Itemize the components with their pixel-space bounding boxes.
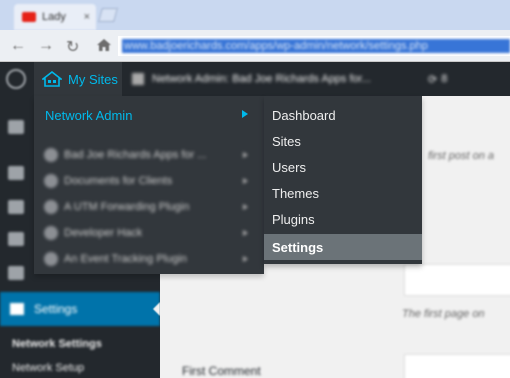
wordpress-site-icon: [44, 174, 58, 188]
submenu-item-sites[interactable]: Sites: [264, 128, 422, 154]
site-item-label: An Event Tracking Plugin: [64, 253, 187, 265]
submenu-item-plugins[interactable]: Plugins: [264, 206, 422, 232]
first-comment-label: First Comment: [182, 364, 261, 378]
browser-tab-bar: Lady ×: [0, 0, 510, 30]
current-menu-arrow: [153, 302, 160, 316]
submenu-arrow-icon: [243, 256, 248, 262]
site-item-label: Bad Joe Richards Apps for ...: [64, 149, 207, 161]
site-item[interactable]: A UTM Forwarding Plugin: [34, 194, 264, 220]
sidebar-item-settings[interactable]: Settings: [0, 292, 160, 326]
network-admin-menu-item[interactable]: Network Admin: [34, 96, 264, 134]
updates-icon: ⟳: [428, 73, 438, 86]
submenu-arrow-icon: [243, 152, 248, 158]
browser-tab[interactable]: Lady ×: [14, 4, 96, 30]
network-admin-submenu: Dashboard Sites Users Themes Plugins Set…: [264, 96, 422, 264]
site-item[interactable]: Documents for Clients: [34, 168, 264, 194]
dashboard-icon[interactable]: [8, 120, 24, 134]
my-sites-dropdown: Network Admin Bad Joe Richards Apps for …: [34, 96, 264, 274]
first-comment-field[interactable]: [404, 354, 510, 378]
my-sites-button[interactable]: My Sites: [34, 62, 122, 96]
site-item[interactable]: An Event Tracking Plugin: [34, 246, 264, 272]
submenu-item-themes[interactable]: Themes: [264, 180, 422, 206]
my-sites-label: My Sites: [68, 71, 118, 87]
updates-button[interactable]: ⟳ 8: [428, 62, 447, 96]
tab-close-icon[interactable]: ×: [84, 11, 90, 23]
youtube-icon: [22, 12, 36, 22]
site-item[interactable]: Bad Joe Richards Apps for ...: [34, 142, 264, 168]
home-icon[interactable]: [96, 38, 112, 52]
settings-icon: [10, 303, 24, 315]
home-icon: [132, 73, 144, 85]
wordpress-site-icon: [44, 226, 58, 240]
my-sites-icon: [42, 71, 62, 87]
tab-title: Lady: [42, 11, 66, 23]
url-text: www.badjoerichards.com/apps/wp-admin/net…: [122, 39, 510, 53]
content-hint-2: The first page on: [402, 308, 485, 320]
wordpress-logo-icon[interactable]: [6, 69, 26, 89]
forward-button[interactable]: →: [38, 37, 54, 55]
site-item[interactable]: Developer Hack: [34, 220, 264, 246]
submenu-item-users[interactable]: Users: [264, 154, 422, 180]
site-item-label: Developer Hack: [64, 227, 143, 239]
sites-icon[interactable]: [8, 166, 24, 180]
network-admin-crumb-label: Network Admin: Bad Joe Richards Apps for…: [152, 73, 371, 85]
submenu-item-dashboard[interactable]: Dashboard: [264, 102, 422, 128]
submenu-arrow-icon: [243, 204, 248, 210]
back-button[interactable]: ←: [10, 37, 26, 55]
plugins-icon[interactable]: [8, 266, 24, 280]
network-admin-label: Network Admin: [45, 107, 133, 123]
wordpress-site-icon: [44, 252, 58, 266]
site-item-label: Documents for Clients: [64, 175, 173, 187]
content-hint-1: first post on a: [428, 150, 495, 162]
themes-icon[interactable]: [8, 232, 24, 246]
site-item-label: A UTM Forwarding Plugin: [64, 201, 190, 213]
new-tab-button[interactable]: [98, 8, 118, 22]
sidebar-subitem-network-setup[interactable]: Network Setup: [12, 362, 84, 374]
updates-count: 8: [441, 73, 448, 85]
submenu-arrow-icon: [243, 230, 248, 236]
first-page-field[interactable]: [404, 264, 510, 296]
wordpress-site-icon: [44, 148, 58, 162]
submenu-arrow-icon: [243, 178, 248, 184]
network-admin-crumb[interactable]: Network Admin: Bad Joe Richards Apps for…: [132, 62, 371, 96]
sidebar-item-settings-label: Settings: [34, 302, 78, 316]
reload-button[interactable]: ↻: [66, 37, 79, 57]
wordpress-site-icon: [44, 200, 58, 214]
sidebar-subitem-network-settings[interactable]: Network Settings: [12, 338, 102, 350]
browser-toolbar: ← → ↻ www.badjoerichards.com/apps/wp-adm…: [0, 30, 510, 62]
submenu-arrow-icon: [242, 110, 248, 118]
submenu-item-settings[interactable]: Settings: [264, 234, 422, 260]
users-icon[interactable]: [8, 200, 24, 214]
address-bar[interactable]: www.badjoerichards.com/apps/wp-admin/net…: [118, 36, 510, 56]
